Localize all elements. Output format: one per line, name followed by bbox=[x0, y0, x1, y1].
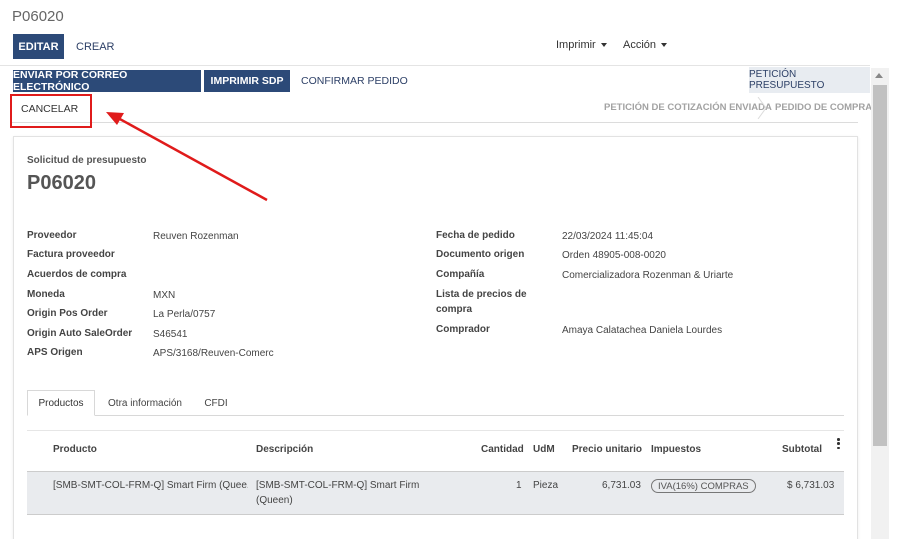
annotation-arrow-icon bbox=[106, 112, 268, 202]
